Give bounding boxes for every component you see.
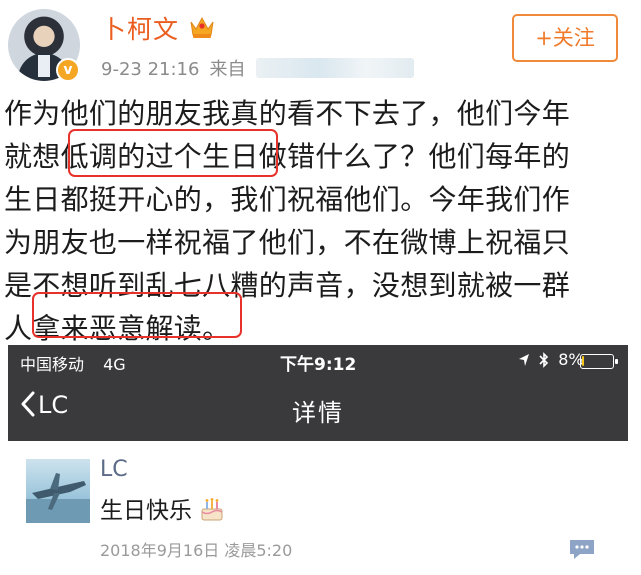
follow-button[interactable]: +关注: [512, 14, 618, 62]
sender-name[interactable]: LC: [100, 457, 128, 482]
sender-avatar[interactable]: [26, 459, 90, 523]
avatar-shirt: [38, 55, 50, 77]
redacted-source: [256, 58, 414, 78]
post-body-line: 是不想听到乱七八糟的声音，没想到就被一群: [4, 269, 571, 302]
post-body-line: 生日都挺开心的，我们祝福他们。今年我们作: [4, 183, 571, 216]
status-right: 8%: [518, 350, 584, 369]
status-bar: 中国移动 4G 下午9:12 8%: [8, 345, 628, 377]
chat-screenshot: 中国移动 4G 下午9:12 8% LC 详情 LC 生日快乐 2018年9月1…: [8, 345, 628, 575]
status-carrier: 中国移动 4G: [20, 351, 126, 375]
airplane-icon: [26, 473, 90, 523]
post-body: 作为他们的朋友我真的看不下去了，他们今年 就想低调的过个生日做错什么了？他们每年…: [4, 92, 636, 350]
battery-icon: [580, 354, 618, 369]
post-date: 9-23 21:16: [101, 59, 200, 80]
post-meta: 9-23 21:16 来自: [101, 55, 245, 81]
comment-icon[interactable]: [568, 537, 596, 561]
post-body-line: 作为他们的朋友我真的看不下去了，他们今年: [4, 97, 571, 130]
post-source-label: 来自: [209, 59, 246, 80]
crown-icon: [190, 16, 214, 38]
verified-badge: v: [56, 58, 80, 82]
network-type: 4G: [103, 355, 126, 374]
user-name[interactable]: 卜柯文: [101, 10, 179, 46]
location-icon: [519, 354, 529, 366]
carrier-name: 中国移动: [20, 355, 85, 374]
status-time: 下午9:12: [280, 355, 357, 375]
post-body-line: 人拿来恶意解读。: [4, 312, 231, 345]
post-body-line: 就想低调的过个生日做错什么了？他们每年的: [4, 140, 571, 173]
nav-title: 详情: [292, 399, 344, 427]
message-text: 生日快乐: [100, 491, 226, 525]
message-timestamp: 2018年9月16日 凌晨5:20: [100, 541, 293, 560]
battery-fill: [582, 356, 584, 366]
bluetooth-icon: [539, 352, 549, 368]
chat-message-card: LC 生日快乐 2018年9月16日 凌晨5:20: [8, 441, 628, 575]
cake-icon: [201, 498, 223, 521]
message-content: 生日快乐: [100, 498, 192, 524]
post-body-line: 为朋友也一样祝福了他们，不在微博上祝福只: [4, 226, 571, 259]
nav-bar: LC 详情: [8, 377, 628, 441]
